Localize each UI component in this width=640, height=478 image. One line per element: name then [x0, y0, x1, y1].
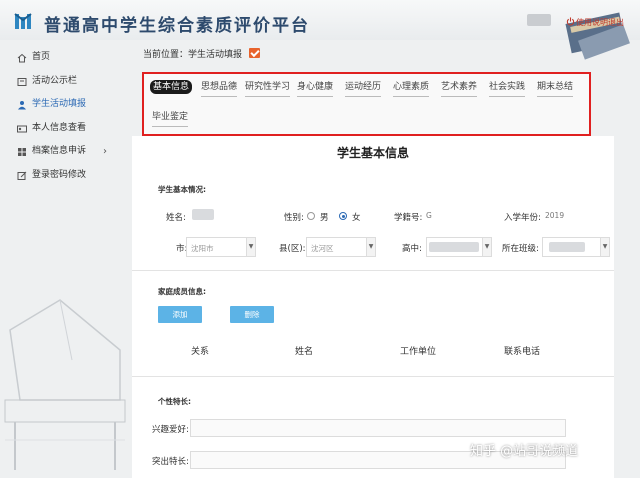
- tab-arts[interactable]: 艺术素养: [441, 80, 478, 97]
- personality-section-label: 个性特长:: [158, 397, 191, 406]
- tab-health[interactable]: 身心健康: [297, 80, 334, 97]
- logo-icon: [14, 13, 32, 29]
- tab-graduation[interactable]: 毕业鉴定: [152, 110, 189, 127]
- form-title: 学生基本信息: [336, 146, 409, 160]
- watermark-text: 知乎 @站哥说频道: [470, 444, 579, 459]
- app-title: 普通高中学生综合素质评价平台: [44, 16, 310, 36]
- column-name: 姓名: [295, 347, 314, 357]
- district-label: 县(区):: [279, 244, 306, 254]
- sidebar-item-label: 首页: [32, 52, 51, 62]
- tab-term-summary[interactable]: 期末总结: [537, 80, 574, 97]
- logout-link[interactable]: 使用说明退出: [566, 17, 624, 28]
- school-label: 高中:: [402, 244, 422, 254]
- section-divider: [132, 376, 614, 377]
- home-icon: [17, 53, 27, 63]
- checkmark-icon: [249, 48, 261, 58]
- sidebar-item-change-password[interactable]: 登录密码修改: [0, 164, 120, 188]
- tab-social-practice[interactable]: 社会实践: [489, 80, 526, 97]
- chevron-right-icon: ›: [103, 146, 107, 157]
- tab-basic-info[interactable]: 基本信息: [150, 80, 193, 94]
- hobby-input[interactable]: [190, 419, 566, 437]
- basic-section-label: 学生基本情况:: [158, 185, 206, 194]
- column-workplace: 工作单位: [400, 347, 437, 357]
- tab-research[interactable]: 研究性学习: [245, 80, 291, 97]
- family-section-label: 家庭成员信息:: [158, 287, 206, 296]
- logout-label: 退出: [608, 18, 624, 27]
- city-select[interactable]: 沈阳市 ▼: [186, 237, 256, 257]
- tab-bar-highlight: 基本信息 思想品德 研究性学习 身心健康 运动经历 心理素质 艺术素养 社会实践…: [142, 72, 591, 136]
- hobby-label: 兴趣爱好:: [152, 425, 189, 435]
- user-name-blurred: [527, 14, 551, 26]
- tab-psychology[interactable]: 心理素质: [393, 80, 430, 97]
- class-select[interactable]: ▼: [542, 237, 610, 257]
- help-label: 使用说明: [576, 18, 608, 27]
- student-info-form: 学生基本信息 学生基本情况: 姓名: 性别: 男 女 学籍号: G 入学年份: …: [132, 136, 614, 478]
- board-icon: [17, 77, 27, 86]
- sidebar-item-label: 学生活动填报: [32, 99, 87, 109]
- enroll-year-value: 2019: [545, 211, 565, 220]
- gender-female-label: 女: [352, 213, 361, 223]
- chevron-down-icon: ▼: [246, 238, 255, 256]
- tab-sports[interactable]: 运动经历: [345, 80, 382, 97]
- books-decoration: [565, 12, 630, 60]
- power-icon: [566, 17, 575, 26]
- sidebar-item-home[interactable]: 首页: [0, 46, 120, 70]
- sidebar-item-label: 活动公示栏: [32, 75, 78, 86]
- sidebar-item-appeal[interactable]: 档案信息申诉 ›: [0, 140, 120, 164]
- id-card-icon: [17, 125, 27, 132]
- user-icon: [18, 101, 26, 110]
- student-no-value: G: [426, 211, 432, 220]
- gender-male-label: 男: [320, 213, 329, 223]
- sidebar-item-bulletin[interactable]: 活动公示栏: [0, 70, 120, 94]
- gender-label: 性别:: [284, 213, 304, 223]
- gender-male-radio[interactable]: [307, 212, 315, 220]
- enroll-year-label: 入学年份:: [504, 213, 541, 223]
- class-label: 所在班级:: [502, 244, 539, 254]
- sidebar-item-activity-report[interactable]: 学生活动填报: [0, 93, 120, 117]
- district-select-value: 沈河区: [311, 244, 334, 253]
- grid-icon: [18, 148, 26, 156]
- name-label: 姓名:: [166, 213, 186, 223]
- tab-moral[interactable]: 思想品德: [201, 80, 238, 97]
- specialty-label: 突出特长:: [152, 457, 189, 467]
- sidebar: 首页 活动公示栏 学生活动填报 本人信息查看 档案信息申诉 › 登录密码修改: [0, 46, 120, 187]
- city-select-value: 沈阳市: [191, 244, 214, 253]
- delete-family-button[interactable]: 删除: [230, 306, 274, 323]
- student-no-label: 学籍号:: [394, 213, 423, 223]
- add-family-button[interactable]: 添加: [158, 306, 202, 323]
- class-value-blurred: [549, 242, 585, 252]
- edit-icon: [17, 171, 27, 180]
- sidebar-item-my-info[interactable]: 本人信息查看: [0, 117, 120, 141]
- sidebar-item-label: 本人信息查看: [32, 122, 87, 133]
- name-value-blurred: [192, 209, 214, 220]
- district-select[interactable]: 沈河区 ▼: [306, 237, 376, 257]
- sidebar-item-label: 档案信息申诉: [32, 146, 87, 156]
- section-divider: [132, 270, 614, 271]
- sidebar-item-label: 登录密码修改: [32, 169, 87, 180]
- breadcrumb-text: 当前位置：学生活动填报: [143, 50, 243, 60]
- piano-decoration: [4, 299, 126, 470]
- gender-female-radio[interactable]: [339, 212, 347, 220]
- school-select[interactable]: ▼: [426, 237, 492, 257]
- column-phone: 联系电话: [504, 347, 541, 357]
- chevron-down-icon: ▼: [366, 238, 375, 256]
- breadcrumb: 当前位置：学生活动填报: [143, 47, 261, 60]
- column-relation: 关系: [191, 347, 210, 357]
- school-value-blurred: [429, 242, 479, 252]
- top-header: 普通高中学生综合素质评价平台 使用说明退出: [0, 0, 640, 60]
- chevron-down-icon: ▼: [482, 238, 491, 256]
- chevron-down-icon: ▼: [600, 238, 609, 256]
